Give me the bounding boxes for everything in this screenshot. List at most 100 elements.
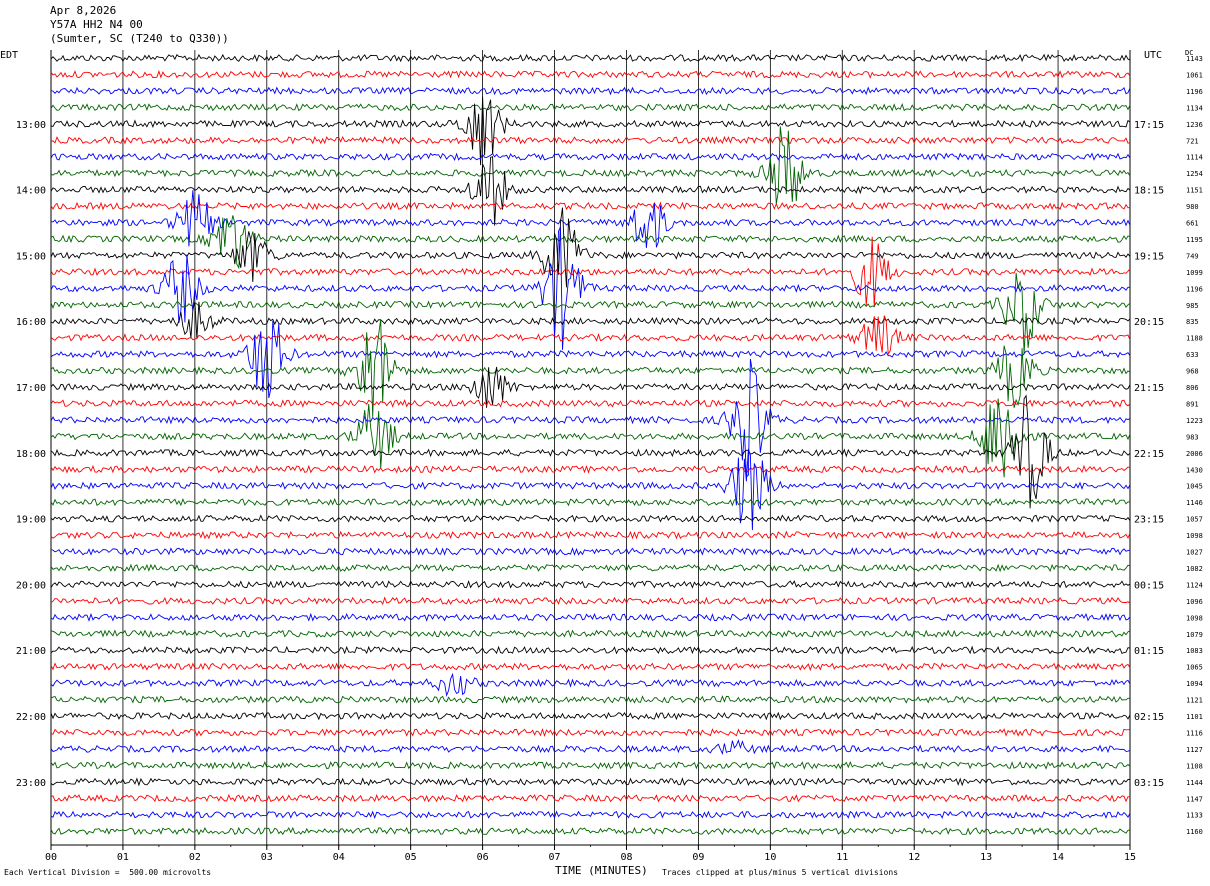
scale-note: Each Vertical Division = 500.00 microvol… <box>4 868 212 877</box>
dc-offset-label: 1045 <box>1186 483 1203 491</box>
right-hour-label: 02:15 <box>1134 712 1164 723</box>
right-hour-label: 17:15 <box>1134 120 1164 131</box>
x-tick-label: 07 <box>549 852 561 863</box>
x-tick-label: 04 <box>333 852 345 863</box>
dc-offset-label: 1127 <box>1186 746 1203 754</box>
right-hour-label: 22:15 <box>1134 449 1164 460</box>
dc-offset-label: 721 <box>1186 137 1199 145</box>
x-axis-label: TIME (MINUTES) <box>555 864 648 877</box>
trace-row <box>50 464 1131 474</box>
trace-row <box>50 358 1131 478</box>
right-hour-label: 00:15 <box>1134 580 1164 591</box>
trace-row <box>50 394 1131 509</box>
dc-offset-label: 891 <box>1186 400 1199 408</box>
right-hour-label: 21:15 <box>1134 383 1164 394</box>
trace-row <box>50 53 1131 63</box>
dc-offset-label: 1144 <box>1186 779 1203 787</box>
trace-row <box>50 672 1131 697</box>
trace-row <box>50 629 1131 639</box>
dc-offset-label: 1079 <box>1186 631 1203 639</box>
trace-row <box>50 711 1131 721</box>
dc-offset-label: 661 <box>1186 220 1199 228</box>
right-hour-label: 20:15 <box>1134 317 1164 328</box>
trace-row <box>50 761 1131 770</box>
trace-row <box>50 497 1131 507</box>
left-hour-label: 22:00 <box>16 712 46 723</box>
trace-row <box>50 86 1131 96</box>
right-hour-label: 19:15 <box>1134 251 1164 262</box>
dc-offset-label: 985 <box>1186 302 1199 310</box>
trace-row <box>50 826 1131 836</box>
trace-row <box>50 739 1131 756</box>
dc-offset-label: 1065 <box>1186 664 1203 672</box>
dc-offset-label: 806 <box>1186 384 1199 392</box>
trace-row <box>50 793 1131 803</box>
trace-row <box>50 563 1131 573</box>
dc-offset-label: 1143 <box>1186 55 1203 63</box>
trace-row <box>50 201 1130 211</box>
trace-row <box>50 810 1131 820</box>
x-tick-label: 14 <box>1052 852 1064 863</box>
right-hour-label: 23:15 <box>1134 515 1164 526</box>
dc-offset-label: 1116 <box>1186 729 1203 737</box>
left-hour-label: 14:00 <box>16 186 46 197</box>
dc-offset-label: 1124 <box>1186 581 1203 589</box>
trace-row <box>50 320 1131 399</box>
dc-offset-label: 633 <box>1186 351 1199 359</box>
left-hour-label: 18:00 <box>16 449 46 460</box>
dc-offset-label: 1236 <box>1186 121 1203 129</box>
dc-offset-label: 1099 <box>1186 269 1203 277</box>
x-tick-label: 02 <box>189 852 201 863</box>
trace-row <box>50 645 1131 655</box>
x-tick-label: 05 <box>405 852 417 863</box>
x-tick-label: 01 <box>117 852 129 863</box>
trace-row <box>50 727 1130 737</box>
dc-offset-label: 968 <box>1186 368 1199 376</box>
x-tick-label: 12 <box>908 852 920 863</box>
trace-row <box>50 399 1131 408</box>
left-hour-label: 15:00 <box>16 251 46 262</box>
clip-note: Traces clipped at plus/minus 5 vertical … <box>662 868 899 877</box>
dc-offset-label: 1196 <box>1186 285 1203 293</box>
dc-offset-label: 1188 <box>1186 335 1203 343</box>
dc-offset-label: 1094 <box>1186 680 1203 688</box>
left-hour-label: 23:00 <box>16 778 46 789</box>
dc-offset-label: 1082 <box>1186 565 1203 573</box>
trace-row <box>50 398 1131 478</box>
trace-layer <box>50 53 1131 836</box>
dc-offset-label: 1057 <box>1186 516 1203 524</box>
helicorder-plot: 00 01 02 03 04 05 06 07 08 09 10 11 12 13 14 15 13:00 14:… <box>16 50 1203 863</box>
axis-labels: 00 01 02 03 04 05 06 07 08 09 10 11 12 13 14 15 13:00 14:… <box>16 55 1203 863</box>
trace-row <box>50 135 1131 145</box>
x-tick-label: 03 <box>261 852 273 863</box>
dc-offset-label: 1114 <box>1186 154 1203 162</box>
dc-offset-label: 1098 <box>1186 614 1203 622</box>
x-tick-label: 00 <box>45 852 57 863</box>
x-tick-label: 09 <box>692 852 704 863</box>
dc-offset-label: 1098 <box>1186 532 1203 540</box>
trace-row <box>50 215 1131 270</box>
x-tick-label: 15 <box>1124 852 1136 863</box>
dc-offset-label: 835 <box>1186 318 1199 326</box>
x-tick-label: 10 <box>764 852 776 863</box>
dc-offset-label: 1061 <box>1186 71 1203 79</box>
trace-row <box>50 547 1131 556</box>
trace-row <box>50 612 1131 622</box>
left-hour-label: 21:00 <box>16 646 46 657</box>
trace-row <box>50 777 1131 787</box>
dc-offset-label: 1146 <box>1186 499 1203 507</box>
x-tick-label: 11 <box>836 852 848 863</box>
trace-row <box>50 102 1131 112</box>
trace-row <box>50 236 1131 308</box>
dc-offset-label: 749 <box>1186 252 1199 260</box>
trace-row <box>50 69 1131 79</box>
dc-offset-label: 1108 <box>1186 762 1203 770</box>
dc-offset-label: 1027 <box>1186 549 1203 557</box>
dc-offset-label: 1196 <box>1186 88 1203 96</box>
right-hour-label: 18:15 <box>1134 186 1164 197</box>
dc-offset-label: 1254 <box>1186 170 1203 178</box>
x-tick-label: 06 <box>477 852 489 863</box>
trace-row <box>50 226 1131 350</box>
dc-offset-label: 1223 <box>1186 417 1203 425</box>
left-hour-label: 20:00 <box>16 580 46 591</box>
